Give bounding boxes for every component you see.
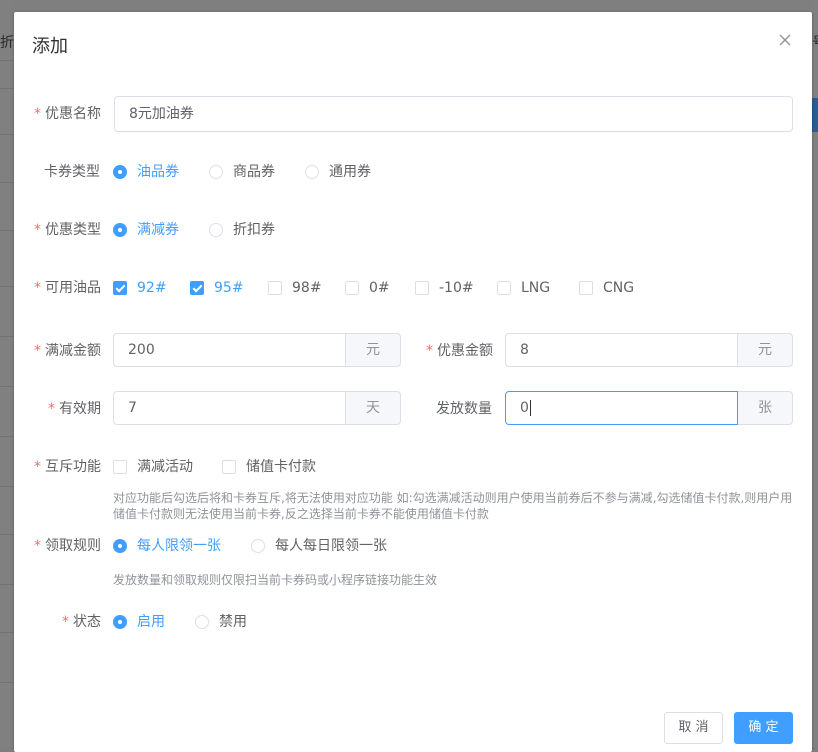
add-dialog: 添加 * 优惠名称 8元加油券 卡券类型 油品券 商品券 通用券 * 优惠类型 满减… (14, 12, 812, 752)
quantity-input[interactable]: 0 (505, 391, 738, 425)
status-label: * 状态 (62, 614, 101, 630)
name-label: * 优惠名称 (34, 106, 101, 122)
background-left: 折 (0, 0, 14, 747)
quantity-unit: 张 (738, 391, 793, 425)
cancel-button[interactable]: 取 消 (664, 712, 723, 744)
background-blue-block (812, 98, 818, 132)
amount-label: * 优惠金额 (426, 343, 493, 359)
threshold-input[interactable]: 200 (113, 333, 346, 367)
amount-input[interactable]: 8 (505, 333, 738, 367)
exclusive-hint-line2: 储值卡付款则无法使用当前卡券,反之选择当前卡券不能使用储值卡付款 (113, 507, 489, 521)
rule-label: * 领取规则 (34, 538, 101, 554)
quantity-label: 发放数量 (436, 401, 492, 417)
background-text-fragment-right: 号 (812, 32, 818, 52)
validity-label: * 有效期 (48, 401, 101, 417)
exclusive-label: * 互斥功能 (34, 459, 101, 475)
discount-type-label: * 优惠类型 (34, 222, 101, 238)
card-type-label: 卡券类型 (44, 164, 100, 180)
background-text-fragment: 折 (0, 35, 14, 51)
close-icon[interactable] (777, 32, 793, 48)
name-input[interactable]: 8元加油券 (114, 96, 793, 132)
validity-unit: 天 (346, 391, 401, 425)
threshold-unit: 元 (346, 333, 401, 367)
threshold-label: * 满减金额 (34, 343, 101, 359)
exclusive-hint-line1: 对应功能后勾选后将和卡券互斥,将无法使用对应功能 如:勾选满减活动则用户使用当前… (113, 491, 793, 505)
oil-label: * 可用油品 (34, 280, 101, 296)
dialog-title: 添加 (32, 36, 68, 57)
rule-hint: 发放数量和领取规则仅限扫当前卡券码或小程序链接功能生效 (113, 573, 438, 587)
validity-input[interactable]: 7 (113, 391, 346, 425)
confirm-button[interactable]: 确 定 (734, 712, 793, 744)
amount-unit: 元 (738, 333, 793, 367)
background-right: 号 (812, 0, 818, 747)
